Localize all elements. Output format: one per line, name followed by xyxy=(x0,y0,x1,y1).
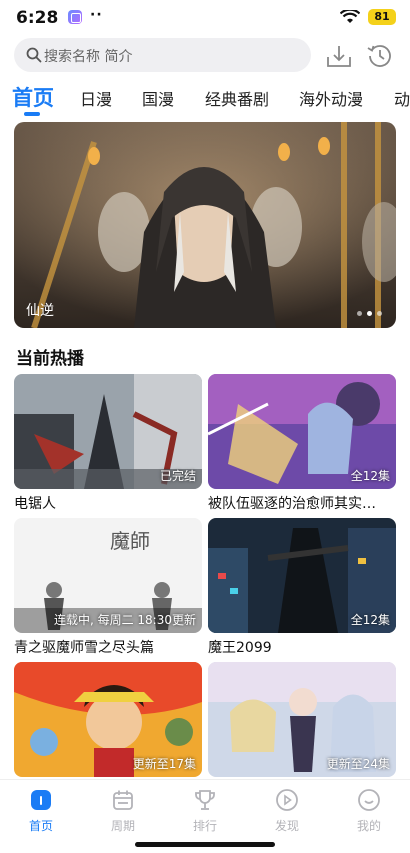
anime-card[interactable]: 更新至17集 xyxy=(14,662,202,777)
anime-card[interactable]: 魔師 连载中, 每周二 18:30更新 青之驱魔师雪之尽头篇 xyxy=(14,518,202,657)
anime-title: 被队伍驱逐的治愈师其实… xyxy=(208,496,376,512)
episode-badge: 更新至17集 xyxy=(132,757,196,771)
nav-discover[interactable]: 发现 xyxy=(257,788,317,834)
tab-active-indicator xyxy=(24,112,40,116)
episode-badge: 全12集 xyxy=(350,469,390,483)
tab-chinese-anime[interactable]: 国漫 xyxy=(142,86,174,110)
home-icon xyxy=(31,790,51,810)
carousel-dot-active xyxy=(367,311,372,316)
calendar-icon xyxy=(113,790,133,810)
nav-label: 发现 xyxy=(274,819,299,833)
anime-title: 电锯人 xyxy=(14,496,56,512)
anime-thumbnail: 全12集 xyxy=(208,374,396,489)
search-placeholder: 搜索名称 简介 xyxy=(44,49,133,65)
carousel-dot xyxy=(377,311,382,316)
nav-label: 首页 xyxy=(28,819,53,833)
nav-schedule[interactable]: 周期 xyxy=(93,788,153,834)
anime-thumbnail: 全12集 xyxy=(208,518,396,633)
carousel-indicator xyxy=(357,311,382,316)
anime-thumbnail: 魔師 连载中, 每周二 18:30更新 xyxy=(14,518,202,633)
svg-text:魔師: 魔師 xyxy=(110,529,150,553)
episode-badge: 更新至24集 xyxy=(326,757,390,771)
featured-banner[interactable]: 仙逆 xyxy=(14,122,396,328)
battery-indicator: 81 xyxy=(368,9,396,25)
anime-title: 魔王2099 xyxy=(208,640,272,656)
tab-home[interactable]: 首页 xyxy=(12,82,54,112)
status-time: 6:28 xyxy=(16,8,59,28)
banner-artwork xyxy=(14,122,396,328)
anime-card[interactable]: 全12集 魔王2099 xyxy=(208,518,396,657)
status-dots: ·· xyxy=(90,7,103,23)
search-input[interactable]: 搜索名称 简介 xyxy=(14,38,311,72)
episode-badge: 全12集 xyxy=(350,613,390,627)
nav-label: 周期 xyxy=(110,819,135,833)
tab-overseas[interactable]: 海外动漫 xyxy=(299,86,363,110)
app-notification-icon xyxy=(68,10,82,24)
tab-japanese-anime[interactable]: 日漫 xyxy=(80,86,112,110)
tab-more[interactable]: 动 xyxy=(394,86,410,110)
status-bar: 6:28 ·· 81 xyxy=(0,0,410,34)
tab-classic[interactable]: 经典番剧 xyxy=(205,86,269,110)
nav-label: 我的 xyxy=(356,819,381,833)
section-title: 当前热播 xyxy=(16,349,84,369)
nav-label: 排行 xyxy=(192,819,217,833)
play-circle-icon xyxy=(276,789,298,811)
anime-thumbnail: 更新至24集 xyxy=(208,662,396,777)
anime-title: 青之驱魔师雪之尽头篇 xyxy=(14,640,154,656)
nav-home[interactable]: 首页 xyxy=(11,788,71,834)
nav-ranking[interactable]: 排行 xyxy=(175,788,235,834)
carousel-dot xyxy=(357,311,362,316)
home-indicator xyxy=(135,842,275,847)
anime-card[interactable]: 全12集 被队伍驱逐的治愈师其实… xyxy=(208,374,396,513)
smile-icon xyxy=(358,789,380,811)
anime-card[interactable]: 更新至24集 xyxy=(208,662,396,777)
anime-thumbnail: 更新至17集 xyxy=(14,662,202,777)
banner-title: 仙逆 xyxy=(26,303,54,319)
anime-thumbnail: 已完结 xyxy=(14,374,202,489)
download-icon[interactable] xyxy=(326,43,352,69)
wifi-icon xyxy=(340,10,360,23)
search-icon xyxy=(26,47,42,63)
history-icon[interactable] xyxy=(366,42,394,70)
trophy-icon xyxy=(195,790,215,810)
anime-card[interactable]: 已完结 电锯人 xyxy=(14,374,202,513)
nav-profile[interactable]: 我的 xyxy=(339,788,399,834)
episode-badge: 已完结 xyxy=(159,469,196,483)
episode-badge: 连载中, 每周二 18:30更新 xyxy=(53,613,196,627)
category-tabs: 首页 日漫 国漫 经典番剧 海外动漫 动 xyxy=(0,82,410,118)
